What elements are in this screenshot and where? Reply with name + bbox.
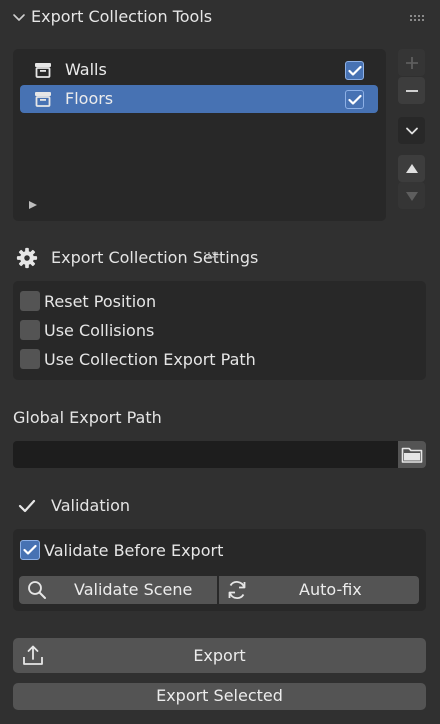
option-label: Reset Position <box>44 291 157 311</box>
auto-fix-label: Auto-fix <box>299 580 362 599</box>
list-item-checkbox[interactable] <box>345 90 364 109</box>
collection-icon <box>35 92 51 107</box>
checkmark-icon <box>23 544 37 555</box>
reset-position-option[interactable]: Reset Position <box>20 289 156 313</box>
use-collisions-option[interactable]: Use Collisions <box>20 318 154 342</box>
auto-fix-button[interactable]: Auto-fix <box>219 576 419 604</box>
reset-position-checkbox[interactable] <box>20 291 40 311</box>
checkmark-icon <box>18 499 36 513</box>
add-item-button[interactable] <box>398 49 425 76</box>
collection-list[interactable]: Walls Floors <box>13 49 386 258</box>
chevron-down-icon <box>405 127 418 134</box>
collection-icon <box>35 63 51 78</box>
minus-icon <box>405 89 418 92</box>
panel-header[interactable]: Export Collection Tools <box>0 0 440 38</box>
option-label: Use Collection Export Path <box>44 349 256 369</box>
chevron-down-icon <box>13 14 25 21</box>
move-up-button[interactable] <box>398 155 425 182</box>
arrow-down-icon <box>405 191 418 201</box>
export-selected-label: Export Selected <box>156 686 283 705</box>
validate-before-export-option[interactable]: Validate Before Export <box>20 538 223 562</box>
list-specials-menu[interactable] <box>398 117 425 144</box>
checkmark-icon <box>347 65 362 76</box>
validate-before-export-checkbox[interactable] <box>20 540 40 560</box>
expand-triangle-icon[interactable] <box>28 200 38 210</box>
refresh-icon <box>228 581 246 599</box>
plus-icon <box>405 56 418 69</box>
export-path-input[interactable] <box>13 441 398 468</box>
list-item-label: Floors <box>65 89 114 108</box>
option-label: Use Collisions <box>44 320 155 340</box>
use-collection-export-path-checkbox[interactable] <box>20 349 40 369</box>
validation-heading: Validation <box>51 496 131 515</box>
arrow-up-icon <box>405 163 418 173</box>
panel-title: Export Collection Tools <box>31 7 213 26</box>
folder-icon <box>401 447 423 463</box>
list-item[interactable]: Walls <box>20 56 378 84</box>
remove-item-button[interactable] <box>398 77 425 104</box>
search-icon <box>28 581 46 599</box>
checkmark-icon <box>347 94 362 105</box>
browse-folder-button[interactable] <box>398 441 426 468</box>
settings-heading: Export Collection Settings <box>51 248 259 267</box>
list-item[interactable]: Floors <box>20 85 378 113</box>
option-label: Validate Before Export <box>44 540 224 560</box>
validate-scene-button[interactable]: Validate Scene <box>19 576 217 604</box>
move-down-button[interactable] <box>398 182 425 209</box>
gear-icon <box>16 247 38 269</box>
export-path-label: Global Export Path <box>13 408 162 427</box>
validation-box: Validate Before Export Validate Scene Au… <box>13 529 426 611</box>
list-item-label: Walls <box>65 60 107 79</box>
list-item-checkbox[interactable] <box>345 61 364 80</box>
export-button[interactable]: Export <box>13 638 426 673</box>
validate-scene-label: Validate Scene <box>74 580 193 599</box>
settings-box: Reset Position Use Collisions Use Collec… <box>13 281 426 380</box>
export-label: Export <box>193 646 246 665</box>
drag-grip-icon[interactable] <box>410 15 424 21</box>
export-selected-button[interactable]: Export Selected <box>13 683 426 710</box>
use-collisions-checkbox[interactable] <box>20 320 40 340</box>
use-collection-export-path-option[interactable]: Use Collection Export Path <box>20 347 256 371</box>
